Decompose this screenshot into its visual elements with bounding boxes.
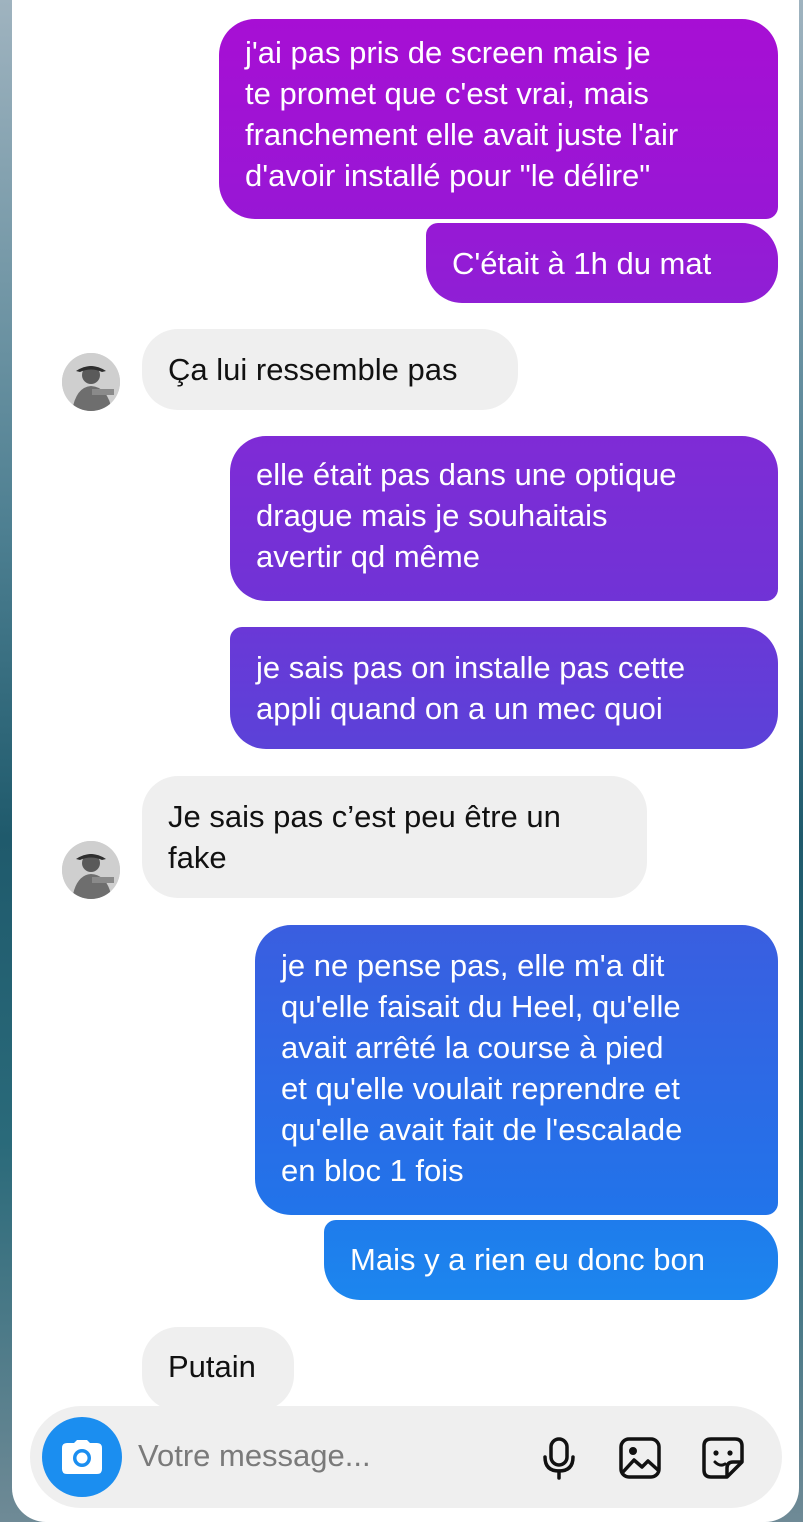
message-outgoing: je ne pense pas, elle m'a dit qu'elle fa… (255, 925, 778, 1215)
camera-icon (62, 1440, 102, 1474)
message-outgoing: Mais y a rien eu donc bon (324, 1220, 778, 1300)
message-outgoing: j'ai pas pris de screen mais je te prome… (219, 19, 778, 219)
contact-avatar[interactable] (62, 841, 120, 899)
gallery-icon[interactable] (618, 1436, 662, 1480)
message-incoming: Ça lui ressemble pas (142, 329, 518, 410)
message-incoming: Putain (142, 1327, 294, 1411)
message-input[interactable]: Votre message... (138, 1436, 371, 1476)
message-outgoing: je sais pas on installe pas cette appli … (230, 627, 778, 749)
chat-sheet: j'ai pas pris de screen mais je te prome… (12, 0, 799, 1522)
contact-avatar[interactable] (62, 353, 120, 411)
sticker-icon[interactable] (701, 1436, 745, 1480)
message-outgoing: C'était à 1h du mat (426, 223, 778, 303)
message-composer: Votre message... (30, 1406, 782, 1508)
message-incoming: Je sais pas c’est peu être un fake (142, 776, 647, 898)
microphone-icon[interactable] (537, 1436, 581, 1480)
camera-button[interactable] (42, 1417, 122, 1497)
message-outgoing: elle était pas dans une optique drague m… (230, 436, 778, 601)
